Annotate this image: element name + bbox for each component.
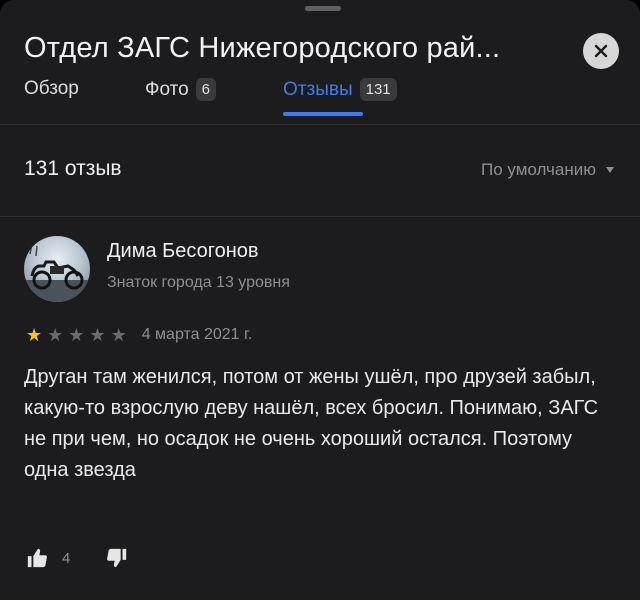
sheet-grabber[interactable] bbox=[305, 6, 341, 11]
like-count: 4 bbox=[62, 549, 71, 567]
divider bbox=[0, 124, 640, 125]
review-count: 131 отзыв bbox=[24, 157, 122, 180]
reviews-sheet: Отдел ЗАГС Нижегородского рай... Обзор Ф… bbox=[0, 0, 640, 600]
tab-count-badge: 131 bbox=[359, 78, 397, 101]
sort-dropdown[interactable]: По умолчанию bbox=[481, 160, 614, 180]
tab-reviews[interactable]: Отзывы 131 bbox=[283, 78, 397, 101]
close-button[interactable] bbox=[583, 33, 619, 69]
star-filled-icon: ★ bbox=[26, 325, 43, 345]
review-text: Друган там женился, потом от жены ушёл, … bbox=[24, 366, 599, 481]
tab-count-badge: 6 bbox=[195, 78, 216, 101]
author-level: Знаток города 13 уровня bbox=[107, 274, 290, 291]
sort-label: По умолчанию bbox=[481, 160, 596, 179]
close-icon bbox=[594, 44, 608, 58]
tab-photos[interactable]: Фото 6 bbox=[145, 78, 216, 101]
tab-overview[interactable]: Обзор bbox=[24, 78, 79, 100]
thumbs-down-icon[interactable] bbox=[106, 547, 128, 569]
page-title: Отдел ЗАГС Нижегородского рай... bbox=[24, 32, 501, 64]
active-tab-indicator bbox=[283, 112, 363, 116]
avatar[interactable] bbox=[24, 236, 90, 302]
star-empty-icon: ★ bbox=[47, 325, 64, 345]
tab-bar: Обзор Фото 6 Отзывы 131 bbox=[0, 74, 640, 122]
chevron-down-icon bbox=[606, 167, 614, 173]
tab-label: Отзывы bbox=[283, 78, 353, 100]
review-date: 4 марта 2021 г. bbox=[141, 326, 253, 343]
star-empty-icon: ★ bbox=[89, 325, 106, 345]
star-empty-icon: ★ bbox=[110, 325, 127, 345]
star-empty-icon: ★ bbox=[68, 325, 85, 345]
motorcycle-icon bbox=[24, 243, 90, 302]
review-rating: ★ ★ ★ ★ ★ 4 марта 2021 г. bbox=[26, 326, 252, 344]
tab-label: Фото bbox=[145, 78, 189, 100]
review-author[interactable]: Дима Бесогонов bbox=[107, 240, 259, 263]
tab-label: Обзор bbox=[24, 78, 79, 99]
thumbs-up-icon[interactable] bbox=[26, 547, 48, 569]
review-reactions: 4 bbox=[26, 547, 128, 569]
divider bbox=[0, 216, 640, 217]
